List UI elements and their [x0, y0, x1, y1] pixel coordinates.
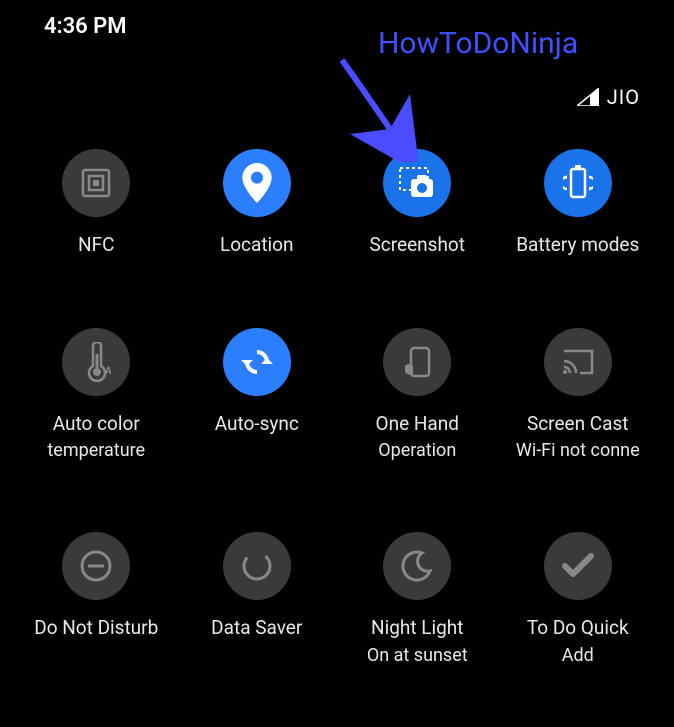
- tile-label: To Do Quick: [527, 616, 629, 641]
- one-hand-icon: [383, 328, 451, 396]
- location-icon: [223, 149, 291, 217]
- tile-label: One Hand: [376, 412, 459, 437]
- signal-icon: [577, 88, 599, 106]
- tile-screenshot[interactable]: Screenshot: [337, 149, 498, 258]
- tile-label: Night Light: [371, 616, 463, 641]
- tile-label: Data Saver: [211, 616, 302, 641]
- cast-icon: [544, 328, 612, 396]
- tile-data-saver[interactable]: Data Saver: [177, 532, 338, 666]
- tile-todo-quick-add[interactable]: To Do Quick Add: [498, 532, 659, 666]
- tile-label: Screenshot: [370, 233, 465, 258]
- tile-sublabel: On at sunset: [367, 645, 468, 667]
- tile-sublabel: Operation: [378, 440, 456, 462]
- tile-nfc[interactable]: NFC: [16, 149, 177, 258]
- tile-battery-modes[interactable]: Battery modes: [498, 149, 659, 258]
- tile-location[interactable]: Location: [177, 149, 338, 258]
- tile-auto-color-temp[interactable]: A Auto color temperature: [16, 328, 177, 462]
- tile-label: Location: [220, 233, 294, 258]
- tile-label: Auto color: [53, 412, 140, 437]
- battery-icon: [544, 149, 612, 217]
- tile-label: Screen Cast: [527, 412, 629, 437]
- tile-do-not-disturb[interactable]: Do Not Disturb: [16, 532, 177, 666]
- data-saver-icon: [223, 532, 291, 600]
- quick-settings-grid: NFC Location Screenshot: [0, 109, 674, 666]
- carrier-label: JIO: [607, 85, 640, 109]
- nfc-icon: [62, 149, 130, 217]
- tile-auto-sync[interactable]: Auto-sync: [177, 328, 338, 462]
- watermark-text: HowToDoNinja: [378, 26, 578, 61]
- thermometer-icon: A: [62, 328, 130, 396]
- sync-icon: [223, 328, 291, 396]
- tile-one-hand[interactable]: One Hand Operation: [337, 328, 498, 462]
- tile-sublabel: Wi-Fi not conne: [516, 440, 640, 462]
- tile-label: Auto-sync: [215, 412, 299, 437]
- tile-sublabel: Add: [562, 645, 594, 667]
- tile-screen-cast[interactable]: Screen Cast Wi-Fi not conne: [498, 328, 659, 462]
- tile-night-light[interactable]: Night Light On at sunset: [337, 532, 498, 666]
- clock-time: 4:36 PM: [44, 14, 127, 39]
- tile-label: Battery modes: [516, 233, 639, 258]
- tile-label: Do Not Disturb: [34, 616, 158, 641]
- dnd-icon: [62, 532, 130, 600]
- tile-label: NFC: [78, 233, 114, 258]
- check-icon: [544, 532, 612, 600]
- svg-text:A: A: [105, 366, 111, 377]
- annotation-arrow: [322, 52, 432, 162]
- tile-sublabel: temperature: [47, 440, 145, 462]
- moon-icon: [383, 532, 451, 600]
